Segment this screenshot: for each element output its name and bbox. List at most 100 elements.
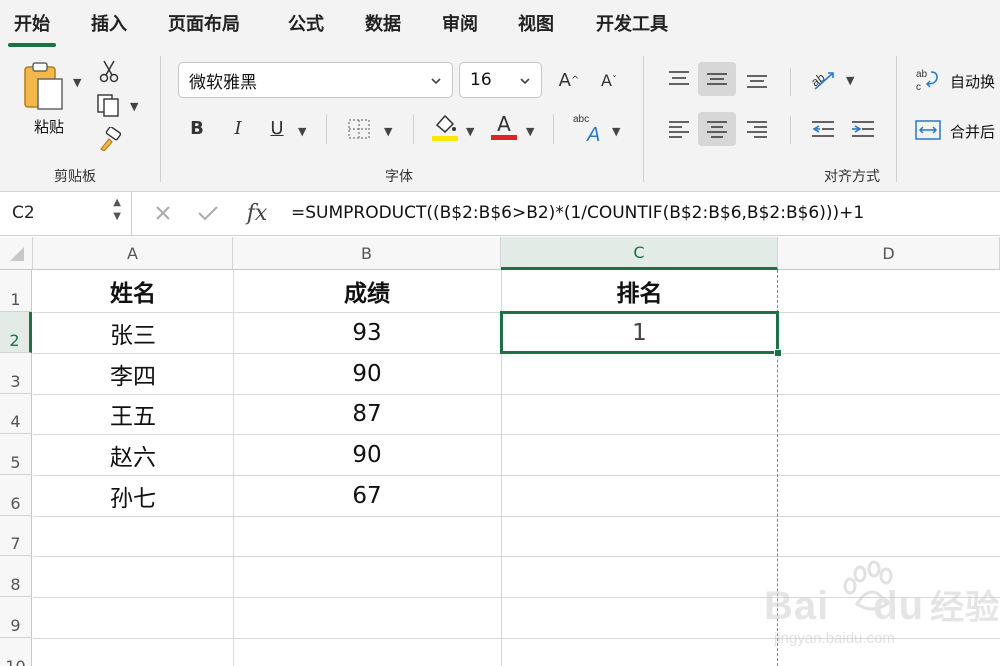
italic-button[interactable]: I [225,114,251,142]
cut-icon[interactable] [96,58,122,84]
tab-formulas[interactable]: 公式 [288,10,324,36]
cell-b1[interactable]: 成绩 [233,270,501,312]
ribbon: ▼ 粘贴 ▼ 剪贴板 微软雅黑 16 A ^ Aˇ B I U ▼ ▼ ▼ A … [0,48,1000,192]
copy-dropdown-icon[interactable]: ▼ [130,100,138,113]
tab-home[interactable]: 开始 [8,10,56,47]
divider [413,114,414,144]
decrease-indent-icon[interactable] [806,112,840,146]
align-right-icon[interactable] [740,112,774,146]
tab-page-layout[interactable]: 页面布局 [168,10,240,36]
row-header-8[interactable]: 8 [0,556,32,597]
cancel-icon[interactable] [152,202,174,224]
font-size-value: 16 [470,70,492,90]
clipboard-group-label: 剪贴板 [54,169,96,185]
phonetic-guide-icon[interactable]: abc A [570,110,606,144]
column-header-c[interactable]: C [501,237,778,270]
copy-icon[interactable] [94,92,124,118]
tab-review[interactable]: 审阅 [442,10,478,36]
watermark-brand: Bai [764,584,830,628]
align-bottom-icon[interactable] [740,62,774,96]
insert-function-icon[interactable]: fx [240,199,274,227]
row-header-1[interactable]: 1 [0,270,32,312]
cell-b2[interactable]: 93 [233,312,501,353]
select-all-corner[interactable] [0,237,33,270]
cell-a2[interactable]: 张三 [33,312,233,353]
row-header-9[interactable]: 9 [0,597,32,638]
increase-font-size-icon[interactable]: A ^ [554,66,584,94]
font-size-select[interactable]: 16 [459,62,542,98]
row-header-7[interactable]: 7 [0,516,32,556]
column-header-b[interactable]: B [233,237,501,270]
fill-handle[interactable] [774,349,782,357]
borders-icon[interactable] [344,116,374,142]
divider [326,114,327,144]
divider [553,114,554,144]
align-middle-icon[interactable] [698,62,736,96]
font-color-icon[interactable]: A [490,108,518,144]
cell-b3[interactable]: 90 [233,353,501,394]
wrap-text-label[interactable]: 自动换 [950,71,995,92]
decrease-font-size-icon[interactable]: Aˇ [594,66,624,94]
divider [790,68,791,96]
row-header-2[interactable]: 2 [0,312,32,353]
column-header-a[interactable]: A [33,237,233,270]
cell-c1[interactable]: 排名 [501,270,778,312]
svg-text:A: A [586,124,600,143]
row-header-6[interactable]: 6 [0,475,32,516]
align-top-icon[interactable] [662,62,696,96]
selection-border [500,311,779,354]
cell-a5[interactable]: 赵六 [33,434,233,475]
cell-a6[interactable]: 孙七 [33,475,233,516]
underline-dropdown-icon[interactable]: ▼ [298,125,306,138]
column-header-d[interactable]: D [778,237,1000,270]
chevron-down-icon [519,72,531,92]
font-name-select[interactable]: 微软雅黑 [178,62,453,98]
orientation-icon[interactable]: ab [806,62,840,96]
paste-label[interactable]: 粘贴 [34,116,64,137]
row-header-5[interactable]: 5 [0,434,32,475]
orientation-dropdown-icon[interactable]: ▼ [846,74,854,87]
group-divider [896,56,897,182]
watermark-label: 经验 [930,589,1000,627]
cell-b6[interactable]: 67 [233,475,501,516]
paste-icon[interactable] [18,60,70,112]
cell-a4[interactable]: 王五 [33,394,233,434]
phonetic-dropdown-icon[interactable]: ▼ [612,125,620,138]
cell-a3[interactable]: 李四 [33,353,233,394]
wrap-text-icon[interactable]: ab c [914,66,942,94]
tab-developer[interactable]: 开发工具 [596,10,668,36]
tab-view[interactable]: 视图 [518,10,554,36]
font-color-letter: A [497,111,511,136]
merge-center-icon[interactable] [914,116,942,144]
enter-icon[interactable] [196,202,220,224]
name-box-stepper-icon[interactable]: ▲ ▼ [113,196,121,224]
svg-text:ab: ab [916,69,928,80]
cell-a1[interactable]: 姓名 [33,270,233,312]
formula-input[interactable]: =SUMPRODUCT((B$2:B$6>B2)*(1/COUNTIF(B$2:… [291,203,864,223]
baidu-jingyan-watermark: Bai du 经验 jingyan.baidu.com [762,560,999,660]
underline-button[interactable]: U [264,114,290,142]
tab-data[interactable]: 数据 [365,10,401,36]
fill-color-icon[interactable] [430,110,460,144]
increase-indent-icon[interactable] [846,112,880,146]
bold-button[interactable]: B [184,114,210,142]
row-header-10[interactable]: 10 [0,638,32,666]
row-header-3[interactable]: 3 [0,353,32,394]
merge-center-label[interactable]: 合并后 [950,121,995,142]
font-name-value: 微软雅黑 [189,72,257,93]
fill-color-dropdown-icon[interactable]: ▼ [466,125,474,138]
row-header-4[interactable]: 4 [0,394,32,434]
watermark-brand-suffix: du [873,584,925,628]
format-painter-icon[interactable] [96,126,124,152]
font-color-dropdown-icon[interactable]: ▼ [526,125,534,138]
align-center-icon[interactable] [698,112,736,146]
cell-b4[interactable]: 87 [233,394,501,434]
borders-dropdown-icon[interactable]: ▼ [384,125,392,138]
name-box[interactable]: C2 ▲ ▼ [0,192,132,235]
paste-dropdown-icon[interactable]: ▼ [73,76,81,89]
chevron-down-icon [430,72,442,92]
tab-insert[interactable]: 插入 [91,10,127,36]
cell-b5[interactable]: 90 [233,434,501,475]
group-divider [160,56,161,182]
align-left-icon[interactable] [662,112,696,146]
